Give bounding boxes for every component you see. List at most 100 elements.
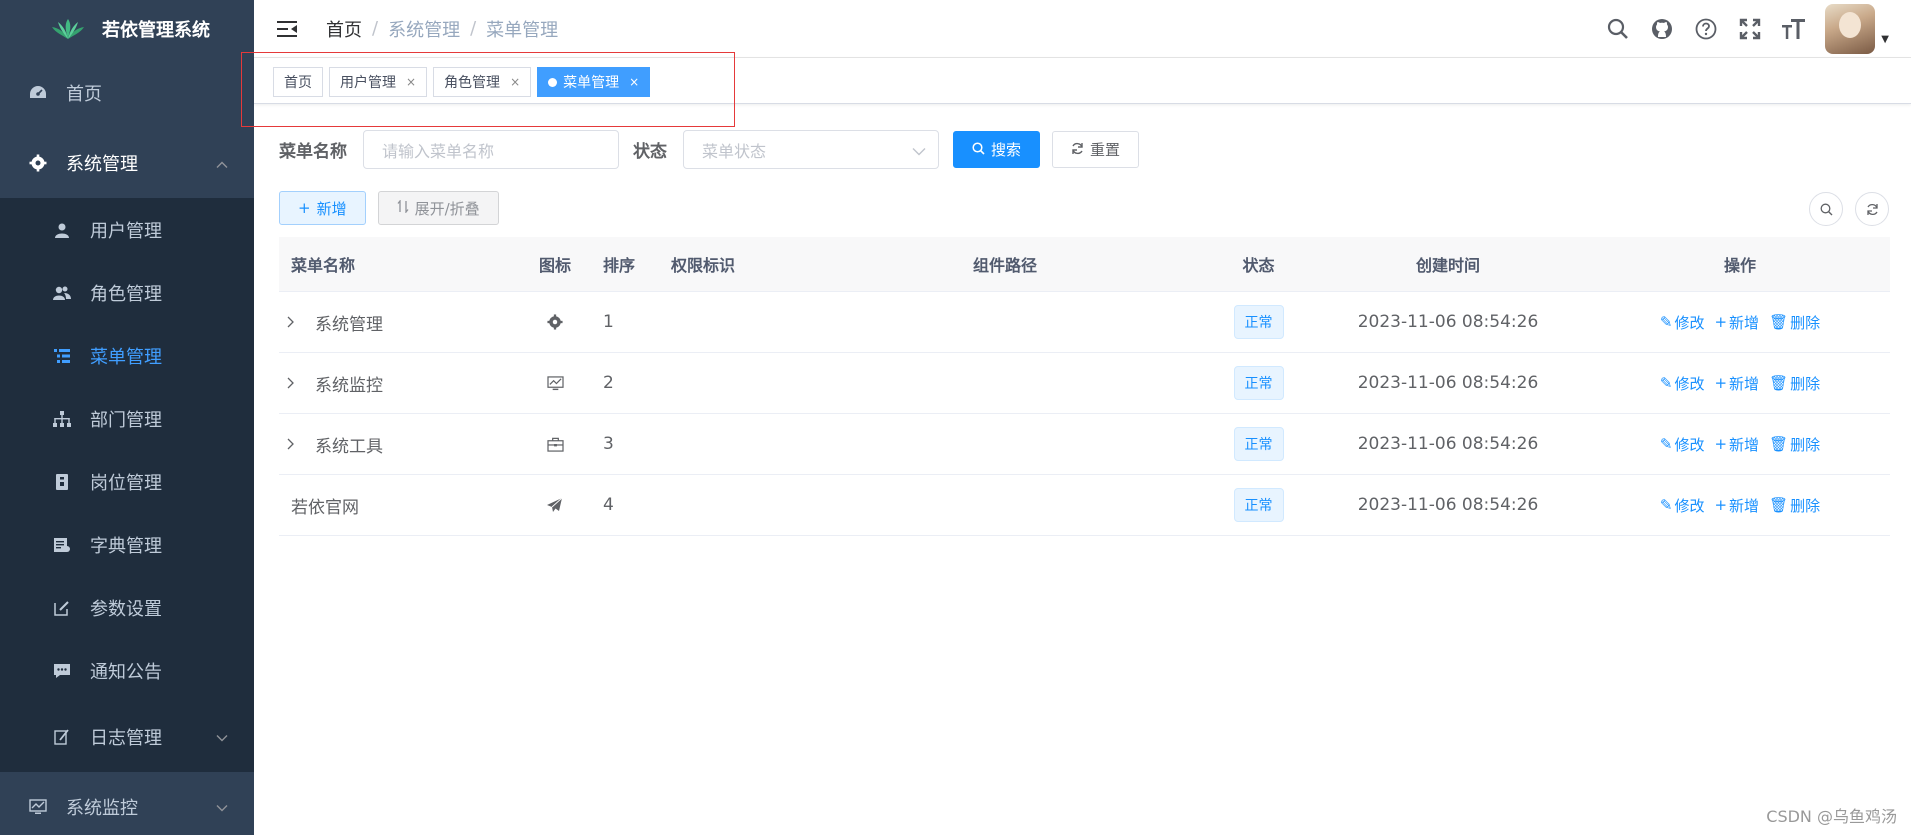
cell-status: 正常 — [1211, 366, 1306, 400]
close-icon[interactable]: × — [510, 75, 520, 89]
header-path: 组件路径 — [972, 256, 1037, 275]
edit-icon: ✎ — [1659, 435, 1673, 453]
menu-name-placeholder: 请输入菜单名称 — [382, 141, 495, 161]
delete-button[interactable]: 🗑 删除 — [1769, 373, 1820, 394]
edit-label: 修改 — [1674, 313, 1705, 332]
sidebar-item-config[interactable]: 参数设置 — [0, 576, 254, 639]
chevron-right-icon[interactable] — [287, 316, 303, 328]
font-size-icon[interactable] — [1781, 16, 1807, 42]
edit-button[interactable]: ✎ 修改 — [1660, 373, 1705, 394]
app-main: 菜单名称 请输入菜单名称 状态 菜单状态 搜索 重置 + 新增 展开/折叠 菜单… — [254, 104, 1911, 835]
app-title: 若依管理系统 — [102, 20, 210, 41]
close-icon[interactable]: × — [406, 75, 416, 89]
avatar-dropdown[interactable]: ▼ — [1825, 4, 1889, 54]
edit-icon: ✎ — [1659, 313, 1673, 331]
edit-label: 修改 — [1674, 374, 1705, 393]
breadcrumb-item-home[interactable]: 首页 — [326, 16, 362, 42]
sidebar-item-dict[interactable]: 字典管理 — [0, 513, 254, 576]
edit-button[interactable]: ✎ 修改 — [1660, 312, 1705, 333]
edit-icon: ✎ — [1659, 374, 1673, 392]
edit-label: 修改 — [1674, 435, 1705, 454]
plus-icon: + — [1714, 435, 1728, 453]
sidebar-item-home[interactable]: 首页 — [0, 58, 254, 128]
add-child-button[interactable]: + 新增 — [1714, 312, 1759, 333]
watermark: CSDN @乌鱼鸡汤 — [1766, 807, 1897, 826]
toggle-search-button[interactable] — [1809, 192, 1843, 226]
question-icon[interactable] — [1693, 16, 1719, 42]
cell-time: 2023-11-06 08:54:26 — [1357, 434, 1539, 454]
menu-name-input[interactable]: 请输入菜单名称 — [363, 130, 619, 169]
edit-icon: ✎ — [1659, 496, 1673, 514]
status-badge: 正常 — [1233, 366, 1284, 400]
cell-icon — [511, 375, 599, 391]
edit-button[interactable]: ✎ 修改 — [1660, 495, 1705, 516]
expand-collapse-button[interactable]: 展开/折叠 — [377, 191, 499, 225]
cell-status: 正常 — [1211, 427, 1306, 461]
sidebar-item-menu[interactable]: 菜单管理 — [0, 324, 254, 387]
trash-icon: 🗑 — [1769, 496, 1789, 514]
tree-icon — [52, 409, 72, 429]
monitor-icon — [546, 375, 564, 390]
chevron-right-icon[interactable] — [287, 438, 303, 450]
tag-home[interactable]: 首页 — [273, 67, 323, 97]
refresh-button[interactable] — [1855, 192, 1889, 226]
sidebar-item-label: 通知公告 — [90, 661, 162, 683]
sidebar-item-label: 菜单管理 — [90, 346, 162, 368]
sidebar-item-system[interactable]: 系统管理 — [0, 128, 254, 198]
app-logo[interactable]: 若依管理系统 — [0, 0, 254, 58]
breadcrumb-item-menu: 菜单管理 — [486, 19, 559, 41]
header-icon: 图标 — [538, 256, 571, 275]
avatar[interactable] — [1825, 4, 1876, 54]
add-label: 新增 — [1729, 313, 1760, 332]
github-icon[interactable] — [1649, 16, 1675, 42]
breadcrumb-separator: / — [470, 18, 477, 39]
add-child-button[interactable]: + 新增 — [1714, 495, 1759, 516]
add-child-button[interactable]: + 新增 — [1714, 373, 1759, 394]
fullscreen-icon[interactable] — [1737, 16, 1763, 42]
sidebar-item-notice[interactable]: 通知公告 — [0, 639, 254, 702]
sidebar-item-monitor[interactable]: 系统监控 — [0, 772, 254, 835]
tag-user[interactable]: 用户管理 × — [329, 67, 428, 97]
breadcrumb-item-system: 系统管理 — [388, 19, 461, 41]
status-badge: 正常 — [1233, 427, 1284, 461]
chevron-right-icon[interactable] — [287, 377, 303, 389]
menu-name: 系统管理 — [315, 314, 383, 335]
delete-button[interactable]: 🗑 删除 — [1769, 312, 1820, 333]
logo-icon — [52, 19, 84, 39]
add-label: 新增 — [1729, 374, 1760, 393]
table-row: 系统监控 2 正常 2023-11-06 08:54:26 ✎ 修改 + 新增 🗑 删… — [279, 353, 1890, 414]
dashboard-icon — [28, 83, 48, 103]
hamburger-icon[interactable] — [272, 14, 302, 44]
search-button[interactable]: 搜索 — [953, 131, 1041, 168]
sidebar-item-log[interactable]: 日志管理 — [0, 702, 254, 772]
table-toolbar: + 新增 展开/折叠 — [279, 191, 499, 225]
edit-button[interactable]: ✎ 修改 — [1660, 434, 1705, 455]
sidebar-item-post[interactable]: 岗位管理 — [0, 450, 254, 513]
toolbox-icon — [546, 437, 564, 452]
cell-ops: ✎ 修改 + 新增 🗑 删除 — [1590, 434, 1890, 455]
delete-button[interactable]: 🗑 删除 — [1769, 495, 1820, 516]
status-select[interactable]: 菜单状态 — [683, 130, 939, 169]
chevron-down-icon — [216, 727, 228, 748]
plus-icon: + — [298, 199, 311, 217]
add-button[interactable]: + 新增 — [279, 191, 366, 225]
dict-icon — [52, 535, 72, 555]
sidebar-item-user[interactable]: 用户管理 — [0, 198, 254, 261]
sidebar-item-dept[interactable]: 部门管理 — [0, 387, 254, 450]
breadcrumb: 首页 / 系统管理 / 菜单管理 — [326, 16, 558, 42]
sidebar-item-role[interactable]: 角色管理 — [0, 261, 254, 324]
tag-role[interactable]: 角色管理 × — [433, 67, 532, 97]
tag-label: 首页 — [284, 75, 312, 91]
search-icon[interactable] — [1605, 16, 1631, 42]
header-order: 排序 — [603, 256, 636, 275]
add-child-button[interactable]: + 新增 — [1714, 434, 1759, 455]
monitor-icon — [28, 797, 48, 817]
cell-icon — [511, 497, 599, 513]
close-icon[interactable]: × — [629, 75, 639, 89]
sidebar: 若依管理系统 首页 系统管理 用户管理 角色管理 菜单管理 部门管理 岗位管理 … — [0, 0, 254, 835]
trash-icon: 🗑 — [1769, 435, 1789, 453]
tag-menu[interactable]: 菜单管理 × — [537, 67, 651, 97]
table-header: 菜单名称 图标 排序 权限标识 组件路径 状态 创建时间 操作 — [279, 237, 1890, 292]
delete-button[interactable]: 🗑 删除 — [1769, 434, 1820, 455]
reset-button[interactable]: 重置 — [1052, 131, 1140, 168]
